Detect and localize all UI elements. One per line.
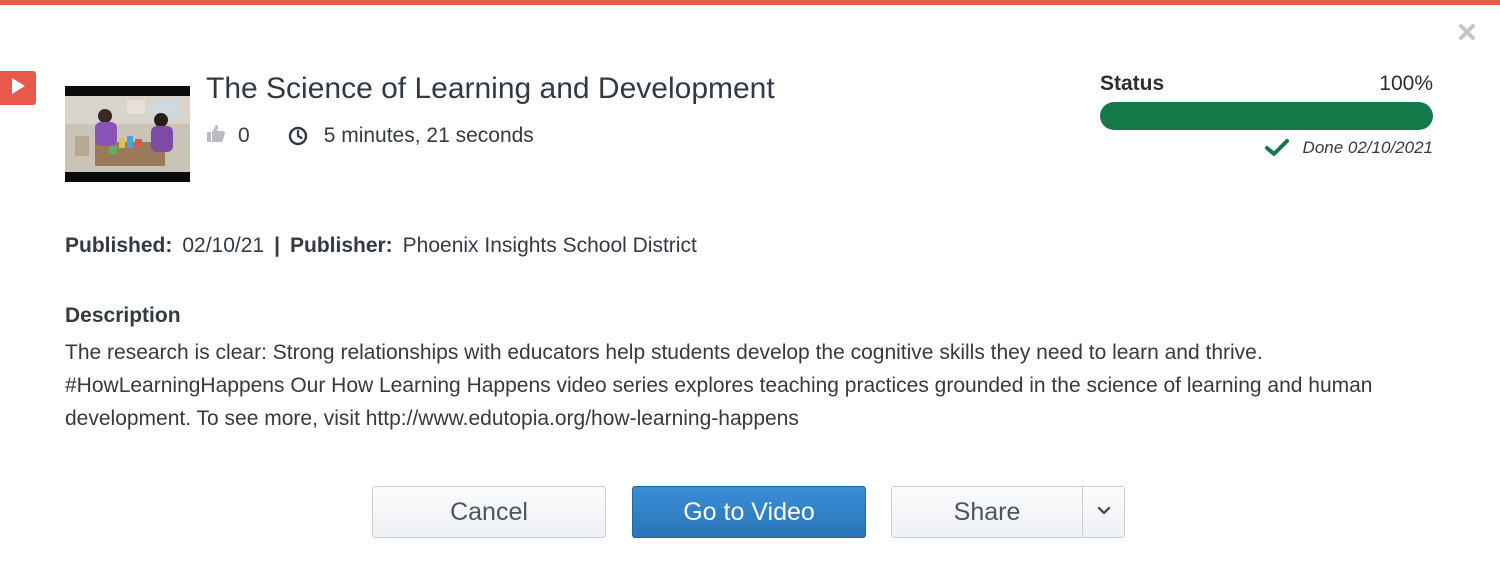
status-header: Status 100% xyxy=(1100,72,1433,96)
description-text: The research is clear: Strong relationsh… xyxy=(65,341,1373,430)
chevron-down-icon[interactable] xyxy=(1097,503,1111,521)
progress-fill xyxy=(1100,102,1433,130)
completion-date: Done 02/10/2021 xyxy=(1302,138,1433,157)
publish-info: Published: 02/10/21 | Publisher: Phoenix Ins… xyxy=(65,234,697,258)
top-accent-bar xyxy=(0,0,1500,5)
checkmark-icon xyxy=(1264,139,1289,157)
status-percent: 100% xyxy=(1379,72,1433,95)
published-label: Published: xyxy=(65,234,173,257)
close-button[interactable] xyxy=(1454,21,1480,47)
completion-status: Done 02/10/2021 xyxy=(1100,138,1433,158)
likes-count: 0 xyxy=(238,124,250,147)
close-icon[interactable] xyxy=(1458,23,1476,46)
video-thumbnail[interactable] xyxy=(65,86,190,182)
status-panel: Status 100% Done 02/10/2021 xyxy=(1100,72,1433,158)
thumbs-up-icon[interactable] xyxy=(206,123,226,149)
status-label: Status xyxy=(1100,72,1165,95)
clock-icon xyxy=(288,126,308,146)
go-to-video-button[interactable]: Go to Video xyxy=(632,486,866,538)
share-button-group: Share xyxy=(891,486,1125,538)
progress-bar xyxy=(1100,102,1433,130)
share-dropdown-toggle[interactable] xyxy=(1082,487,1124,537)
video-type-badge xyxy=(0,71,36,105)
share-button[interactable]: Share xyxy=(892,487,1082,537)
video-title[interactable]: The Science of Learning and Development xyxy=(206,72,775,106)
description-heading: Description xyxy=(65,304,181,327)
video-duration: 5 minutes, 21 seconds xyxy=(323,124,534,147)
cancel-button[interactable]: Cancel xyxy=(372,486,606,538)
published-date: 02/10/21 xyxy=(182,234,265,257)
publisher-name: Phoenix Insights School District xyxy=(402,234,697,257)
play-icon xyxy=(10,77,26,100)
video-meta: 0 5 minutes, 21 seconds xyxy=(206,121,534,151)
publisher-label: Publisher: xyxy=(289,234,393,257)
publish-separator: | xyxy=(274,234,280,257)
